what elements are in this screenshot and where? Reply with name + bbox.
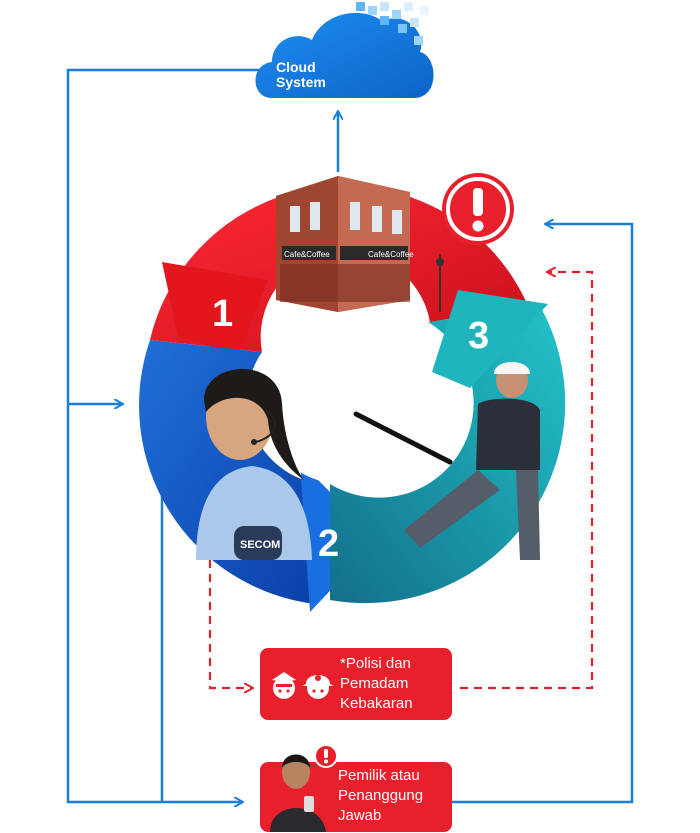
cloud-system-label: Cloud System — [276, 60, 346, 90]
firefighter-icon — [302, 675, 334, 699]
police-icon — [272, 672, 296, 699]
emergency-services-box: *Polisi dan Pemadam Kebakaran — [260, 648, 452, 720]
step-number-2: 2 — [318, 523, 339, 565]
alert-badge-icon — [314, 744, 338, 768]
step-number-3: 3 — [468, 315, 489, 357]
cloud-label-line2: System — [276, 74, 326, 90]
emergency-line1: *Polisi dan — [340, 655, 411, 672]
secom-badge: SECOM — [240, 539, 280, 551]
cafe-sign-left: Cafe&Coffee — [284, 250, 330, 259]
owner-box: Pemilik atau Penanggung Jawab — [260, 744, 452, 832]
emergency-line3: Kebakaran — [340, 695, 413, 712]
cloud-label-line1: Cloud — [276, 59, 316, 75]
owner-line2: Penanggung — [338, 787, 424, 804]
emergency-line2: Pemadam — [340, 675, 409, 692]
owner-line1: Pemilik atau — [338, 767, 420, 784]
owner-line3: Jawab — [338, 807, 382, 824]
alert-icon — [442, 173, 514, 245]
emergency-icons — [272, 672, 334, 699]
cafe-sign-right: Cafe&Coffee — [368, 250, 414, 259]
step-number-1: 1 — [212, 293, 233, 335]
